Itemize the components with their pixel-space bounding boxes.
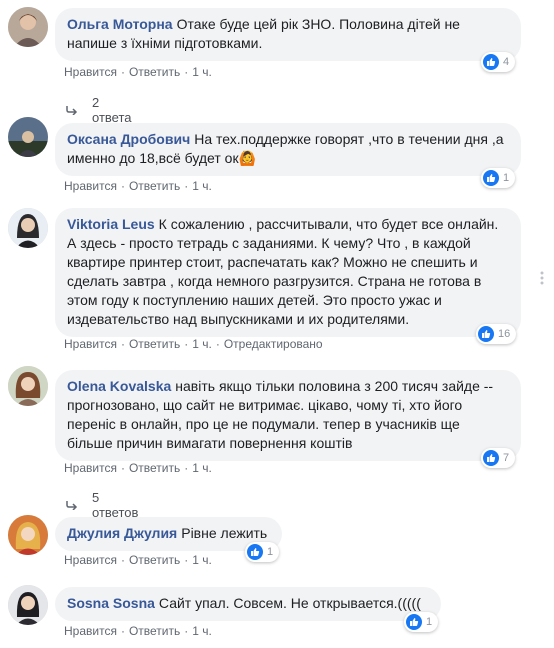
reply-arrow-icon xyxy=(66,103,78,118)
timestamp[interactable]: 1 ч. xyxy=(192,553,212,567)
timestamp[interactable]: 1 ч. xyxy=(192,179,212,193)
comment-bubble: Sosna Sosna Сайт упал. Совсем. Не открыва… xyxy=(55,587,441,621)
comment-bubble: Оксана Дробович На тех.поддержке говорят … xyxy=(55,123,521,176)
avatar[interactable] xyxy=(8,208,48,248)
comment-actions: Нравится · Ответить · 1 ч. xyxy=(64,461,212,475)
thumbs-up-icon xyxy=(483,450,499,466)
comment-author[interactable]: Джулия Джулия xyxy=(67,525,177,541)
comment-actions: Нравится · Ответить · 1 ч. xyxy=(64,179,212,193)
thumbs-up-icon xyxy=(406,614,422,630)
like-link[interactable]: Нравится xyxy=(64,553,117,567)
replies-count[interactable]: 5 ответов xyxy=(92,490,138,520)
avatar[interactable] xyxy=(8,7,48,47)
reply-link[interactable]: Ответить xyxy=(129,624,180,638)
like-link[interactable]: Нравится xyxy=(64,624,117,638)
like-link[interactable]: Нравится xyxy=(64,179,117,193)
timestamp[interactable]: 1 ч. xyxy=(192,461,212,475)
thumbs-up-icon xyxy=(483,170,499,186)
comment-author[interactable]: Оксана Дробович xyxy=(67,131,190,147)
comment-text: Рівне лежить xyxy=(181,525,268,541)
like-link[interactable]: Нравится xyxy=(64,337,117,351)
timestamp[interactable]: 1 ч. xyxy=(192,65,212,79)
comment-bubble: Olena Kovalska навіть якщо тільки половин… xyxy=(55,370,521,461)
reaction-number: 1 xyxy=(267,546,274,558)
reaction-count[interactable]: 4 xyxy=(481,52,516,72)
reaction-count[interactable]: 7 xyxy=(481,448,516,468)
comment-author[interactable]: Viktoria Leus xyxy=(67,216,155,232)
replies-count[interactable]: 2 ответа xyxy=(92,95,132,125)
edited-label[interactable]: Отредактировано xyxy=(224,337,323,351)
timestamp[interactable]: 1 ч. xyxy=(192,624,212,638)
comment-actions: Нравится · Ответить · 1 ч. xyxy=(64,624,212,638)
comment-author[interactable]: Ольга Моторна xyxy=(67,16,173,32)
comment-text: К сожалению , рассчитывали, что будет вс… xyxy=(67,216,499,327)
reaction-number: 1 xyxy=(503,172,510,184)
reply-arrow-icon xyxy=(66,498,78,513)
comment-text: Сайт упал. Совсем. Не открывается.((((( xyxy=(158,595,421,611)
comment-actions: Нравится · Ответить · 1 ч. xyxy=(64,553,212,567)
thumbs-up-icon xyxy=(483,54,499,70)
comment-bubble: Viktoria Leus К сожалению , рассчитывали,… xyxy=(55,208,521,337)
reaction-number: 1 xyxy=(426,616,433,628)
view-replies[interactable]: 5 ответов xyxy=(66,490,138,520)
reaction-number: 16 xyxy=(498,328,511,340)
reply-link[interactable]: Ответить xyxy=(129,337,180,351)
comment-author[interactable]: Olena Kovalska xyxy=(67,378,171,394)
timestamp[interactable]: 1 ч. xyxy=(192,337,212,351)
comment-author[interactable]: Sosna Sosna xyxy=(67,595,155,611)
like-link[interactable]: Нравится xyxy=(64,65,117,79)
comment-actions: Нравится · Ответить · 1 ч. · Отредактировано xyxy=(64,337,323,351)
avatar[interactable] xyxy=(8,515,48,555)
view-replies[interactable]: 2 ответа xyxy=(66,95,132,125)
like-link[interactable]: Нравится xyxy=(64,461,117,475)
thumbs-up-icon xyxy=(247,544,263,560)
reply-link[interactable]: Ответить xyxy=(129,553,180,567)
reply-link[interactable]: Ответить xyxy=(129,65,180,79)
thumbs-up-icon xyxy=(478,326,494,342)
reply-link[interactable]: Ответить xyxy=(129,179,180,193)
reaction-count[interactable]: 1 xyxy=(245,542,280,562)
reaction-count[interactable]: 16 xyxy=(476,324,517,344)
comment-options-icon[interactable] xyxy=(540,270,544,286)
reaction-number: 4 xyxy=(503,56,510,68)
comment-bubble: Ольга Моторна Отаке буде цей рік ЗНО. Пол… xyxy=(55,8,521,61)
comment-actions: Нравится · Ответить · 1 ч. xyxy=(64,65,212,79)
avatar[interactable] xyxy=(8,117,48,157)
reaction-count[interactable]: 1 xyxy=(481,168,516,188)
reaction-number: 7 xyxy=(503,452,510,464)
reaction-count[interactable]: 1 xyxy=(404,612,439,632)
avatar[interactable] xyxy=(8,366,48,406)
avatar[interactable] xyxy=(8,585,48,625)
reply-link[interactable]: Ответить xyxy=(129,461,180,475)
